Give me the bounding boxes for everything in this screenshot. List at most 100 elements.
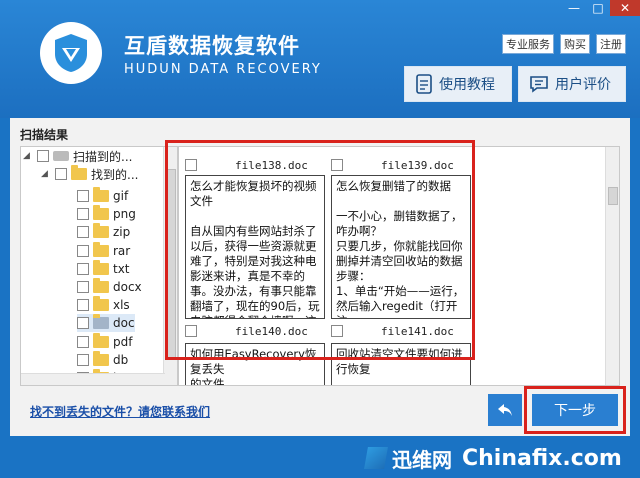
- checkbox[interactable]: [37, 150, 49, 162]
- checkbox[interactable]: [331, 325, 343, 337]
- top-links: 专业服务 购买 注册: [502, 34, 626, 54]
- preview-text: 怎么才能恢复损坏的视频 文件 自从国内有些网站封杀了 以后，获得一些资源就更 难…: [190, 179, 320, 318]
- file-item-140[interactable]: file140.doc: [185, 323, 308, 339]
- tree-scroll-thumb[interactable]: [166, 169, 176, 359]
- file-name: file138.doc: [235, 158, 308, 172]
- contact-help-link[interactable]: 找不到丢失的文件？请您联系我们: [30, 403, 210, 420]
- back-arrow-icon: [498, 404, 512, 416]
- file-preview-140[interactable]: 如何用EasyRecovery恢复丢失 的文件: [185, 343, 325, 386]
- chat-icon: [530, 76, 548, 93]
- grid-scroll-thumb[interactable]: [608, 187, 618, 205]
- tree-item-doc[interactable]: doc: [77, 314, 135, 333]
- tree-horizontal-scrollbar[interactable]: [21, 373, 165, 385]
- watermark-en: Chinafix.com: [462, 445, 622, 471]
- watermark-logo-icon: [364, 447, 388, 469]
- checkbox[interactable]: [77, 190, 89, 202]
- collapse-arrow-icon[interactable]: ◢: [23, 151, 33, 161]
- tree-item-png[interactable]: png: [77, 205, 136, 223]
- checkbox[interactable]: [185, 325, 197, 337]
- checkbox[interactable]: [185, 159, 197, 171]
- file-type-tree: ◢ 扫描到的... ◢ 找到的... gif png zip rar txt docx xl…: [20, 146, 178, 386]
- file-item-138[interactable]: file138.doc: [185, 157, 308, 173]
- app-header: 互盾数据恢复软件 HUDUN DATA RECOVERY — □ ✕ 专业服务 …: [0, 0, 640, 118]
- tree-item-label: xls: [113, 298, 130, 313]
- maximize-button[interactable]: □: [586, 0, 610, 16]
- tree-item-pdf[interactable]: pdf: [77, 332, 133, 351]
- back-button[interactable]: [488, 394, 522, 426]
- tree-item-db[interactable]: db: [77, 350, 129, 369]
- main-panel: 扫描结果 ◢ 扫描到的... ◢ 找到的... gif png zip rar txt d…: [10, 118, 630, 436]
- checkbox[interactable]: [77, 262, 89, 275]
- file-item-141[interactable]: file141.doc: [331, 323, 454, 339]
- tree-item-xls[interactable]: xls: [77, 296, 130, 314]
- minimize-button[interactable]: —: [562, 0, 586, 16]
- preview-text: 怎么恢复删错了的数据 一不小心，删错数据了， 咋办啊？ 只要几步，你就能找回你 …: [336, 179, 465, 318]
- tree-scrollbar[interactable]: [163, 147, 177, 385]
- folder-icon: [93, 223, 109, 239]
- file-name: file141.doc: [381, 324, 454, 338]
- folder-icon: [71, 165, 87, 180]
- file-preview-141[interactable]: 回收站清空文件要如何进 行恢复: [331, 343, 471, 385]
- review-label: 用户评价: [555, 77, 611, 93]
- file-name: file140.doc: [235, 324, 308, 338]
- tree-item-gif[interactable]: gif: [77, 187, 128, 205]
- checkbox[interactable]: [77, 281, 89, 293]
- checkbox[interactable]: [77, 353, 89, 366]
- tree-item-label: docx: [113, 280, 142, 294]
- tree-item-label: rar: [113, 243, 131, 258]
- tree-item-label: gif: [113, 189, 129, 203]
- next-step-button[interactable]: 下一步: [532, 394, 618, 426]
- document-icon: [416, 74, 432, 94]
- file-preview-139[interactable]: 怎么恢复删错了的数据 一不小心，删错数据了， 咋办啊？ 只要几步，你就能找回你 …: [331, 175, 471, 319]
- tree-item-rar[interactable]: rar: [77, 241, 131, 260]
- tree-item-label: pdf: [113, 334, 133, 349]
- checkbox[interactable]: [331, 159, 343, 171]
- checkbox[interactable]: [77, 208, 89, 221]
- watermark: 迅维网 Chinafix.com: [364, 438, 640, 478]
- tree-item-docx[interactable]: docx: [77, 278, 142, 296]
- tree-item-label: png: [113, 207, 136, 222]
- file-item-139[interactable]: file139.doc: [331, 157, 454, 173]
- file-preview-138[interactable]: 怎么才能恢复损坏的视频 文件 自从国内有些网站封杀了 以后，获得一些资源就更 难…: [185, 175, 325, 319]
- drive-icon: [53, 151, 69, 161]
- tutorial-label: 使用教程: [439, 77, 495, 93]
- tree-item-label: txt: [113, 261, 130, 276]
- tree-item-txt[interactable]: txt: [77, 259, 130, 278]
- grid-scrollbar[interactable]: [605, 147, 619, 385]
- folder-icon: [93, 296, 109, 312]
- folder-icon: [93, 350, 109, 366]
- checkbox[interactable]: [77, 226, 89, 239]
- tree-root-label: 扫描到的...: [73, 149, 133, 164]
- checkbox[interactable]: [77, 335, 89, 348]
- folder-icon: [93, 187, 109, 202]
- close-button[interactable]: ✕: [610, 0, 640, 16]
- watermark-cn: 迅维网: [392, 447, 452, 472]
- app-subtitle: HUDUN DATA RECOVERY: [124, 62, 322, 77]
- tree-item-label: db: [113, 352, 129, 367]
- tree-root[interactable]: ◢ 扫描到的...: [23, 147, 132, 165]
- scan-results-label: 扫描结果: [20, 128, 69, 142]
- preview-text: 如何用EasyRecovery恢复丢失 的文件: [190, 347, 317, 386]
- shield-logo-icon: [40, 22, 102, 84]
- tree-item-zip[interactable]: zip: [77, 223, 130, 241]
- folder-icon: [93, 314, 109, 330]
- checkbox[interactable]: [77, 317, 89, 330]
- register-link[interactable]: 注册: [596, 34, 626, 54]
- folder-icon: [93, 278, 109, 293]
- tree-found[interactable]: ◢ 找到的...: [41, 165, 138, 183]
- buy-link[interactable]: 购买: [560, 34, 590, 54]
- pro-service-link[interactable]: 专业服务: [502, 34, 554, 54]
- collapse-arrow-icon[interactable]: ◢: [41, 169, 51, 179]
- folder-icon: [93, 332, 109, 348]
- checkbox[interactable]: [55, 168, 67, 180]
- checkbox[interactable]: [77, 299, 89, 312]
- folder-icon: [93, 259, 109, 275]
- folder-icon: [93, 205, 109, 221]
- tree-item-label: zip: [113, 225, 131, 240]
- checkbox[interactable]: [77, 244, 89, 257]
- folder-icon: [93, 241, 109, 257]
- review-button[interactable]: 用户评价: [518, 66, 626, 102]
- tree-found-label: 找到的...: [91, 167, 139, 182]
- tutorial-button[interactable]: 使用教程: [404, 66, 512, 102]
- file-preview-grid: file138.doc file139.doc 怎么才能恢复损坏的视频 文件 自…: [178, 146, 620, 386]
